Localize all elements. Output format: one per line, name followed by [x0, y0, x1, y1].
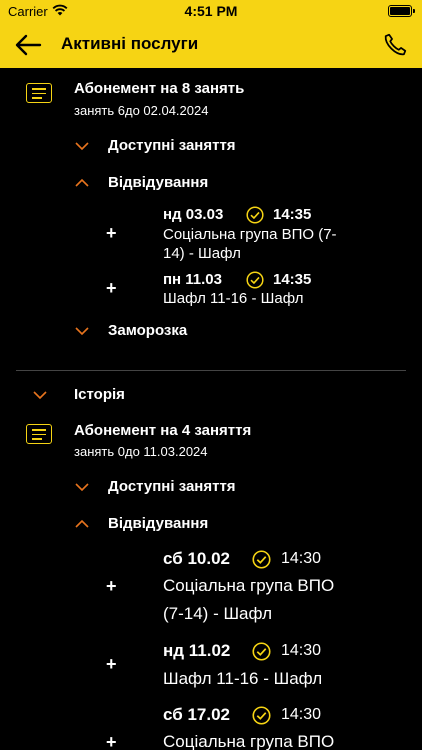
visit-day: нд 03.03 [163, 206, 224, 223]
subscription-meta: занять 0до 11.03.2024 [74, 444, 208, 459]
check-circle-icon [252, 706, 271, 725]
chevron-down-icon[interactable] [33, 390, 47, 400]
visit-group: Шафл 11-16 - Шафл [163, 290, 304, 307]
clock: 4:51 PM [184, 3, 238, 19]
visit-day: сб 17.02 [163, 705, 230, 724]
document-icon [26, 424, 52, 444]
expand-visit-button[interactable]: + [106, 576, 117, 597]
visit-time: 14:35 [273, 271, 312, 288]
battery-icon [388, 5, 415, 17]
back-arrow-icon[interactable] [14, 33, 42, 57]
divider [16, 370, 406, 371]
chevron-down-icon[interactable] [75, 326, 89, 336]
visit-day: сб 10.02 [163, 549, 230, 568]
visits-label[interactable]: Відвідування [108, 174, 208, 191]
document-icon [26, 83, 52, 103]
visit-group: (7-14) - Шафл [163, 604, 273, 623]
check-circle-icon [252, 550, 271, 569]
visit-time: 14:35 [273, 206, 312, 223]
expand-visit-button[interactable]: + [106, 223, 117, 244]
visit-time: 14:30 [281, 550, 322, 567]
expand-visit-button[interactable]: + [106, 654, 117, 675]
check-circle-icon [246, 271, 264, 289]
check-circle-icon [252, 642, 271, 661]
phone-icon[interactable] [382, 32, 408, 58]
visit-group: Шафл 11-16 - Шафл [163, 669, 323, 688]
chevron-down-icon[interactable] [75, 141, 89, 151]
check-circle-icon [246, 206, 264, 224]
chevron-up-icon[interactable] [75, 178, 89, 188]
visits-label[interactable]: Відвідування [108, 515, 208, 532]
visit-day: пн 11.03 [163, 271, 222, 288]
expand-visit-button[interactable]: + [106, 732, 117, 750]
subscription-title: Абонемент на 8 занять [74, 80, 245, 97]
freeze-label[interactable]: Заморозка [108, 322, 187, 339]
history-label[interactable]: Історія [74, 386, 125, 403]
visit-group: 14) - Шафл [163, 245, 241, 262]
chevron-up-icon[interactable] [75, 519, 89, 529]
chevron-down-icon[interactable] [75, 482, 89, 492]
expand-visit-button[interactable]: + [106, 278, 117, 299]
visit-day: нд 11.02 [163, 641, 231, 660]
visit-group: Соціальна група ВПО [163, 732, 335, 750]
page-title: Активні послуги [61, 34, 199, 53]
status-bar: Carrier 4:51 PM [0, 0, 422, 22]
nav-bar: Активні послуги [0, 22, 422, 68]
visit-time: 14:30 [281, 642, 322, 659]
visit-group: Соціальна група ВПО [163, 576, 335, 595]
available-classes-label[interactable]: Доступні заняття [108, 478, 236, 495]
visit-time: 14:30 [281, 706, 322, 723]
subscription-title: Абонемент на 4 заняття [74, 422, 252, 439]
subscription-meta: занять 6до 02.04.2024 [74, 103, 209, 118]
available-classes-label[interactable]: Доступні заняття [108, 137, 236, 154]
visit-group: Соціальна група ВПО (7- [163, 226, 337, 243]
